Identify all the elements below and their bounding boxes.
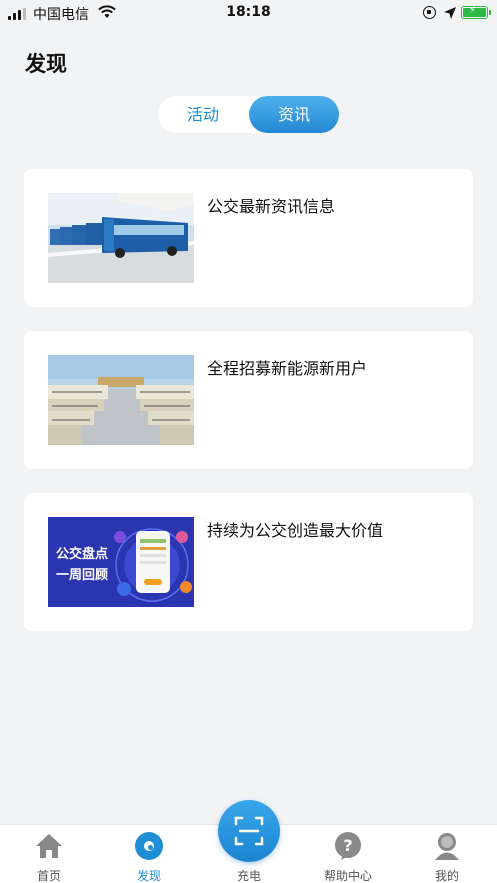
news-title: 公交最新资讯信息 [207,197,336,216]
tab-help-center[interactable]: ? 帮助中心 [308,825,388,883]
tab-label: 发现 [136,869,161,883]
home-icon [36,834,62,858]
tab-label: 充电 [236,869,261,883]
bus-depot-photo [48,193,194,283]
news-card[interactable]: 公交盘点 一周回顾 持续为公交创造最大价值 [24,493,473,631]
news-title: 持续为公交创造最大价值 [207,521,384,540]
location-arrow-icon [444,7,456,19]
news-card[interactable]: 全程招募新能源新用户 [24,331,473,469]
tab-label: 帮助中心 [323,869,372,883]
bus-fleet-photo [48,355,194,445]
page-title: 发现 [25,52,67,76]
tab-profile[interactable]: 我的 [407,825,487,883]
tab-label: 首页 [36,869,61,883]
promo-line-2: 一周回顾 [56,568,109,583]
tab-discover[interactable]: 发现 [109,825,189,883]
tab-activity[interactable]: 活动 [158,96,248,133]
help-icon: ? [335,832,361,860]
news-title: 全程招募新能源新用户 [207,359,368,378]
tab-home[interactable]: 首页 [9,825,89,883]
rotation-lock-icon [423,6,436,19]
battery-icon [461,5,491,19]
profile-icon [435,833,459,860]
phone-promo-graphic: 公交盘点 一周回顾 [48,517,194,607]
promo-line-1: 公交盘点 [56,547,109,562]
tab-news[interactable]: 资讯 [249,96,339,133]
status-bar: 中国电信 18:18 [0,0,497,28]
tab-label: 我的 [434,869,459,883]
charge-scan-button[interactable] [218,800,280,862]
scan-icon [234,816,264,846]
news-card[interactable]: 公交最新资讯信息 [24,169,473,307]
svg-text:?: ? [343,836,352,855]
segmented-control: 活动 资讯 [158,96,339,133]
discover-icon [135,832,163,860]
